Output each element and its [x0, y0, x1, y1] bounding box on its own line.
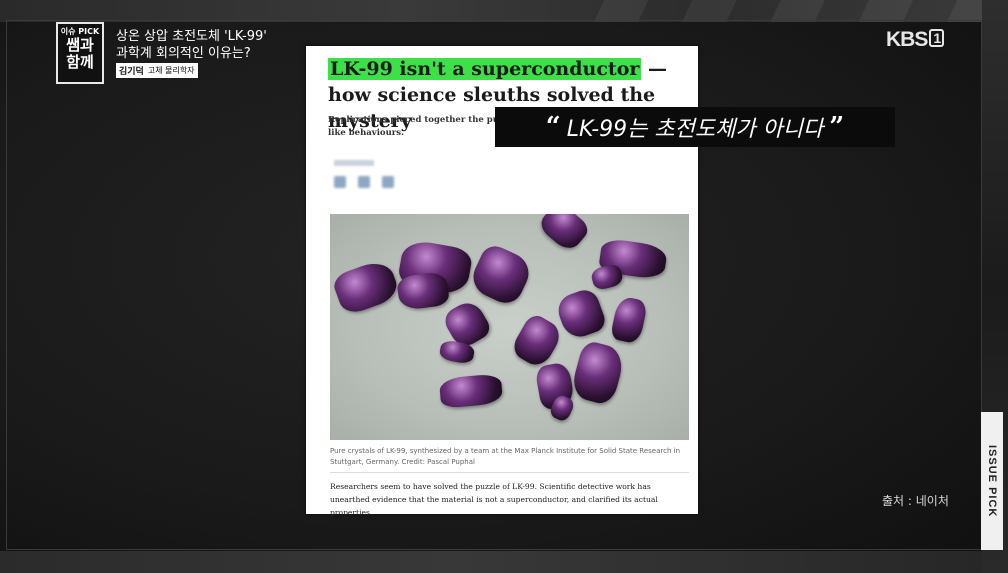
headline-line2: 과학계 회의적인 이유는?	[116, 46, 251, 61]
article-title-highlight: LK-99 isn't a superconductor	[328, 58, 642, 80]
crystal	[569, 339, 627, 407]
quote-text: LK-99는 초전도체가 아니다	[566, 117, 824, 142]
side-label-text: ISSUE PICK	[986, 444, 998, 518]
email-icon	[382, 176, 394, 188]
crystal	[609, 295, 649, 345]
program-logo: 이슈 PICK 쌤과 함께	[56, 22, 104, 84]
crystal	[438, 373, 504, 409]
broadcaster-logo: KBS 1	[886, 28, 945, 52]
headline-line1: 상온 상압 초전도체 'LK-99'	[116, 29, 267, 44]
share-icons	[334, 176, 394, 188]
quote-caption: “ LK-99는 초전도체가 아니다 ”	[495, 107, 895, 147]
article-body: Researchers seem to have solved the puzz…	[330, 482, 658, 517]
speaker-role: 고체 물리학자	[147, 66, 195, 75]
top-decorative-strip	[0, 0, 1008, 22]
facebook-icon	[358, 176, 370, 188]
crystal	[509, 311, 565, 371]
photo-caption: Pure crystals of LK-99, synthesized by a…	[330, 447, 681, 466]
crystal	[589, 262, 625, 292]
broadcaster-name: KBS	[886, 28, 928, 51]
twitter-icon	[334, 176, 346, 188]
crystal	[466, 241, 536, 309]
crystal	[330, 257, 402, 317]
program-name-line1: 쌤과	[66, 36, 94, 54]
speaker-tag: 김기덕 고체 물리학자	[116, 63, 198, 78]
source-credit: 출처 : 네이처	[882, 494, 949, 508]
crystal	[536, 214, 592, 255]
program-name-line2: 함께	[66, 53, 94, 71]
crystal-photo	[330, 214, 689, 440]
bottom-decorative-strip	[0, 551, 1008, 573]
headline: 상온 상압 초전도체 'LK-99' 과학계 회의적인 이유는?	[116, 28, 306, 62]
open-quote-mark: “	[545, 112, 561, 142]
crystal	[553, 286, 609, 342]
close-quote-mark: ”	[829, 112, 845, 142]
channel-number: 1	[929, 29, 945, 47]
blurred-byline	[334, 160, 374, 166]
issue-pick-side-label: ISSUE PICK	[981, 412, 1003, 550]
article-divider	[330, 472, 689, 473]
speaker-name: 김기덕	[119, 67, 144, 77]
